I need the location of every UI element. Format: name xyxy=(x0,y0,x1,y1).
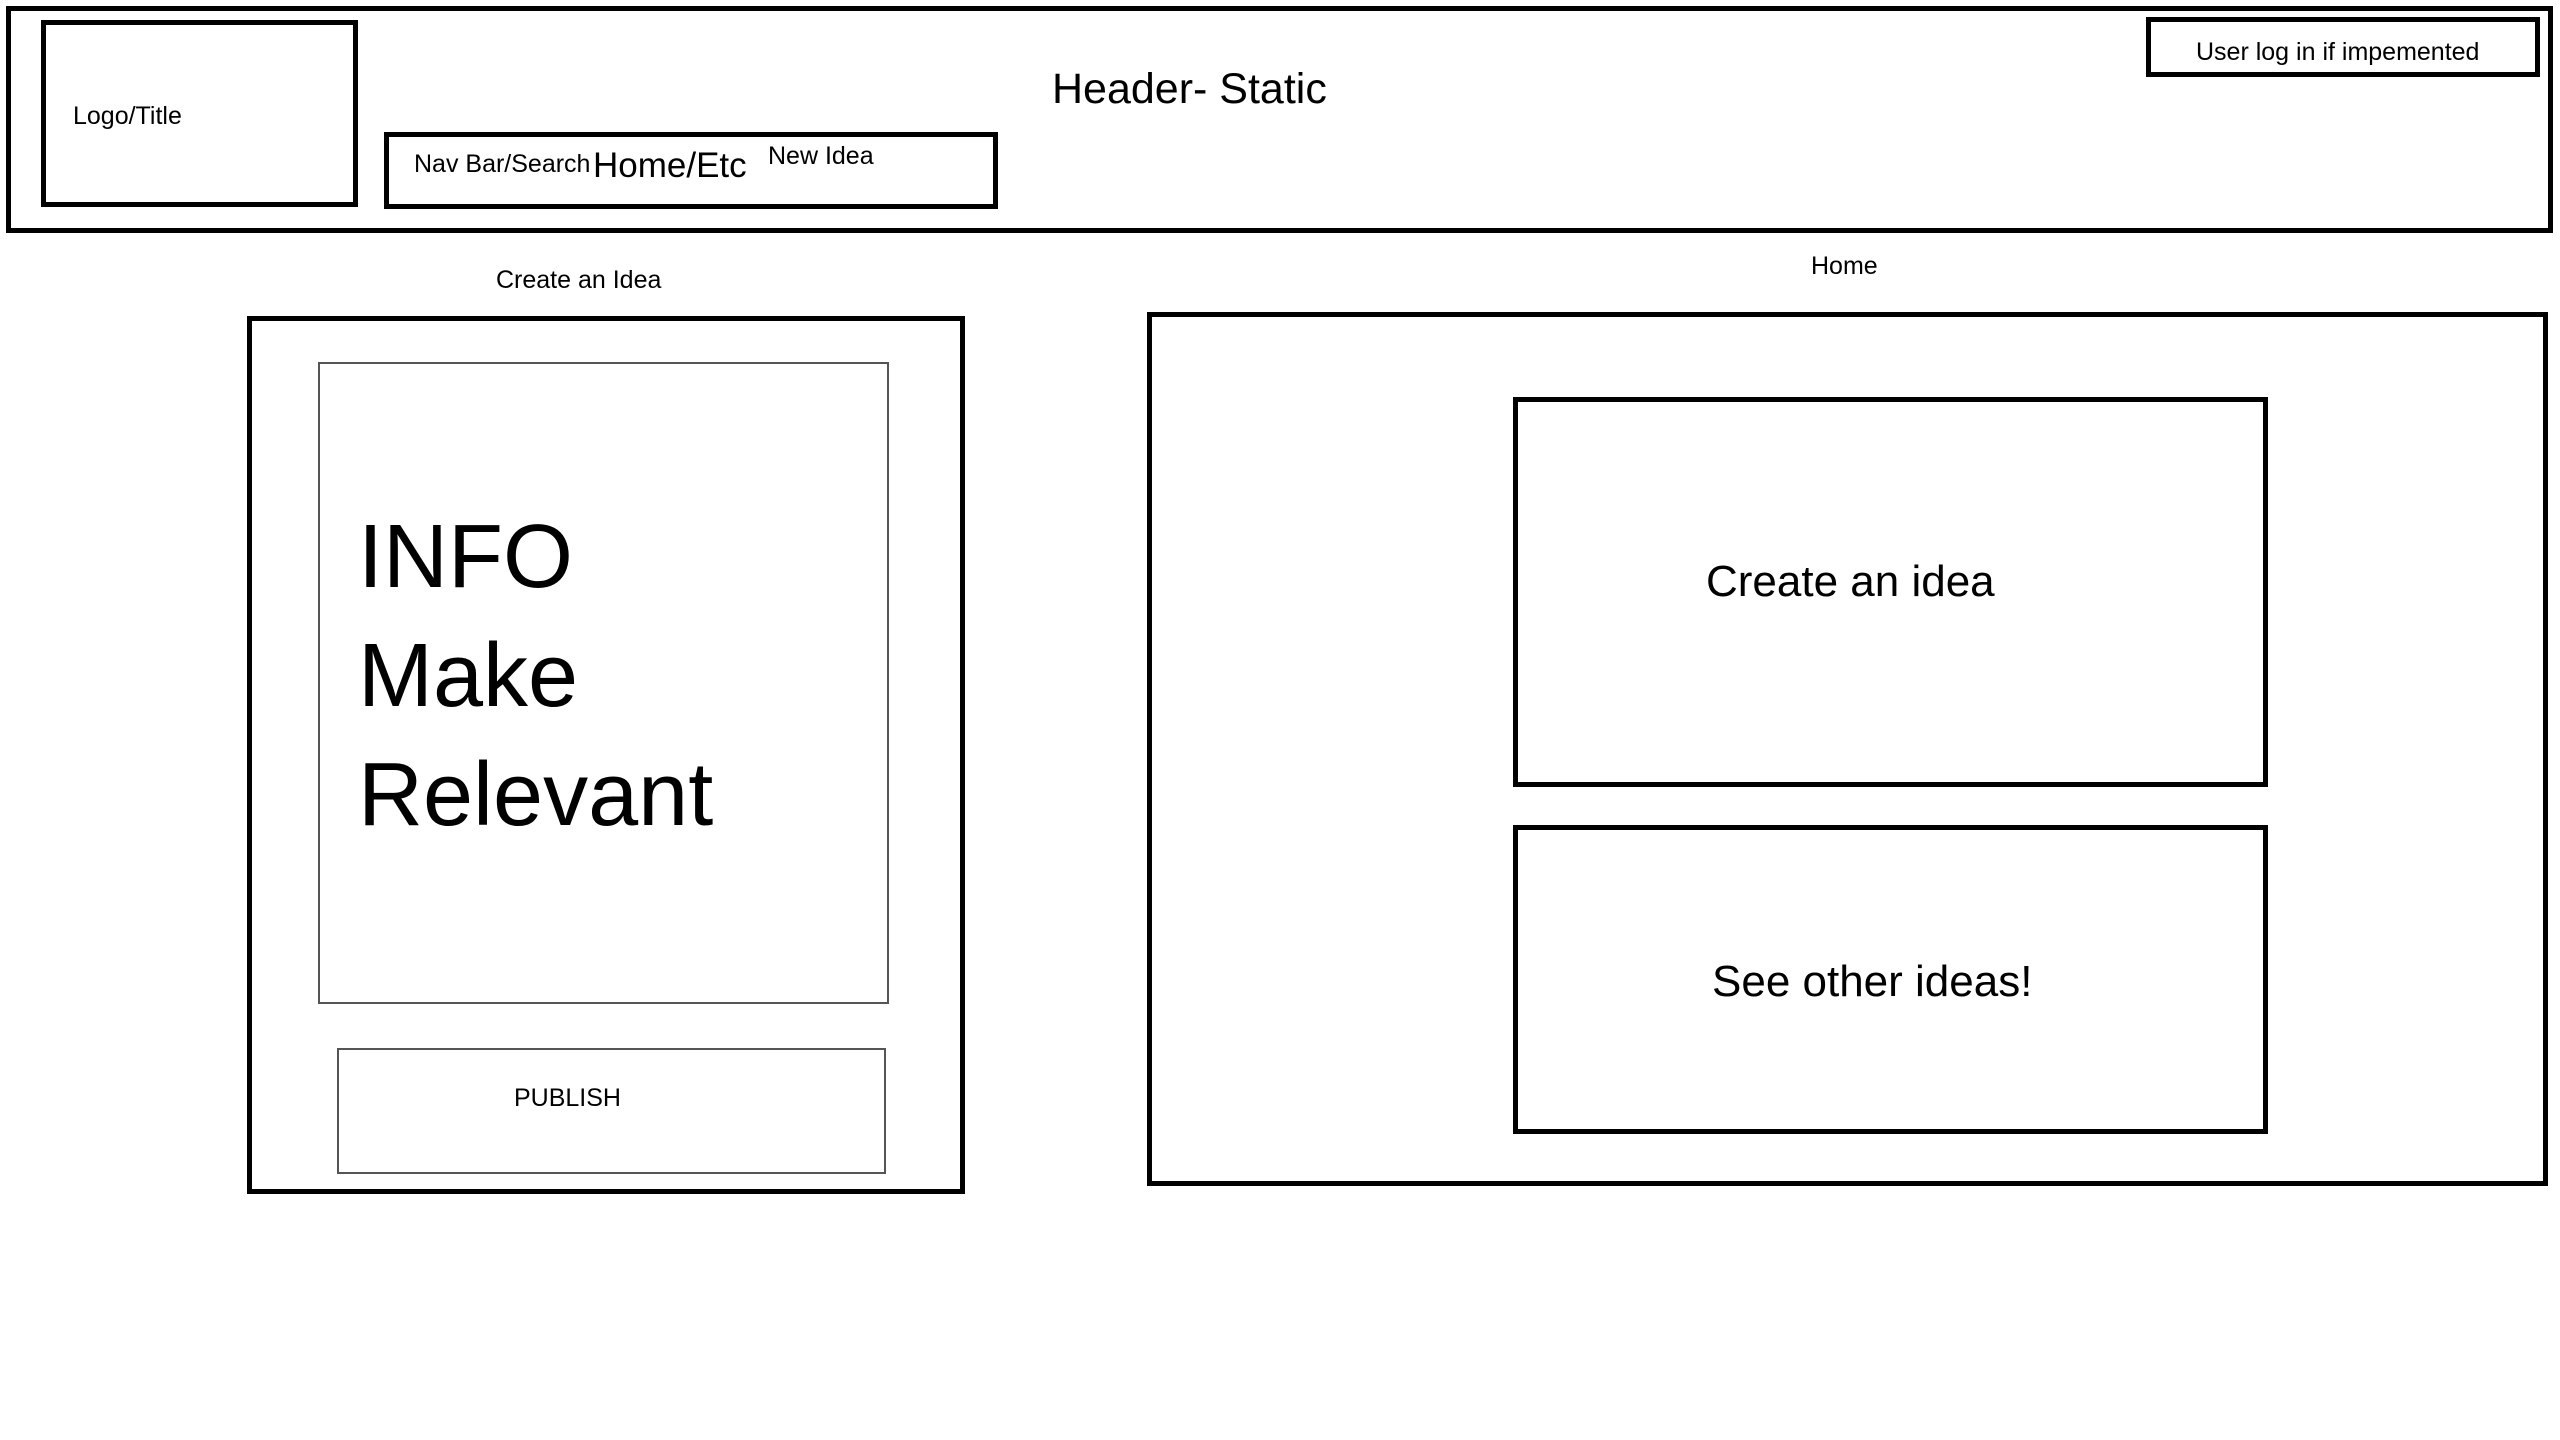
login-label[interactable]: User log in if impemented xyxy=(2196,40,2479,65)
create-idea-label[interactable]: Create an idea xyxy=(1706,560,1995,604)
nav-new-idea-link[interactable]: New Idea xyxy=(768,144,874,169)
publish-label[interactable]: PUBLISH xyxy=(514,1086,621,1111)
create-idea-caption: Create an Idea xyxy=(496,266,662,294)
nav-home-link[interactable]: Home/Etc xyxy=(593,148,747,183)
logo-label: Logo/Title xyxy=(73,102,182,130)
home-caption: Home xyxy=(1811,252,1878,280)
info-text: INFO Make Relevant xyxy=(358,507,714,845)
see-other-ideas-label[interactable]: See other ideas! xyxy=(1712,960,2032,1004)
header-title: Header- Static xyxy=(1052,65,1327,113)
nav-search[interactable]: Nav Bar/Search xyxy=(414,152,590,177)
